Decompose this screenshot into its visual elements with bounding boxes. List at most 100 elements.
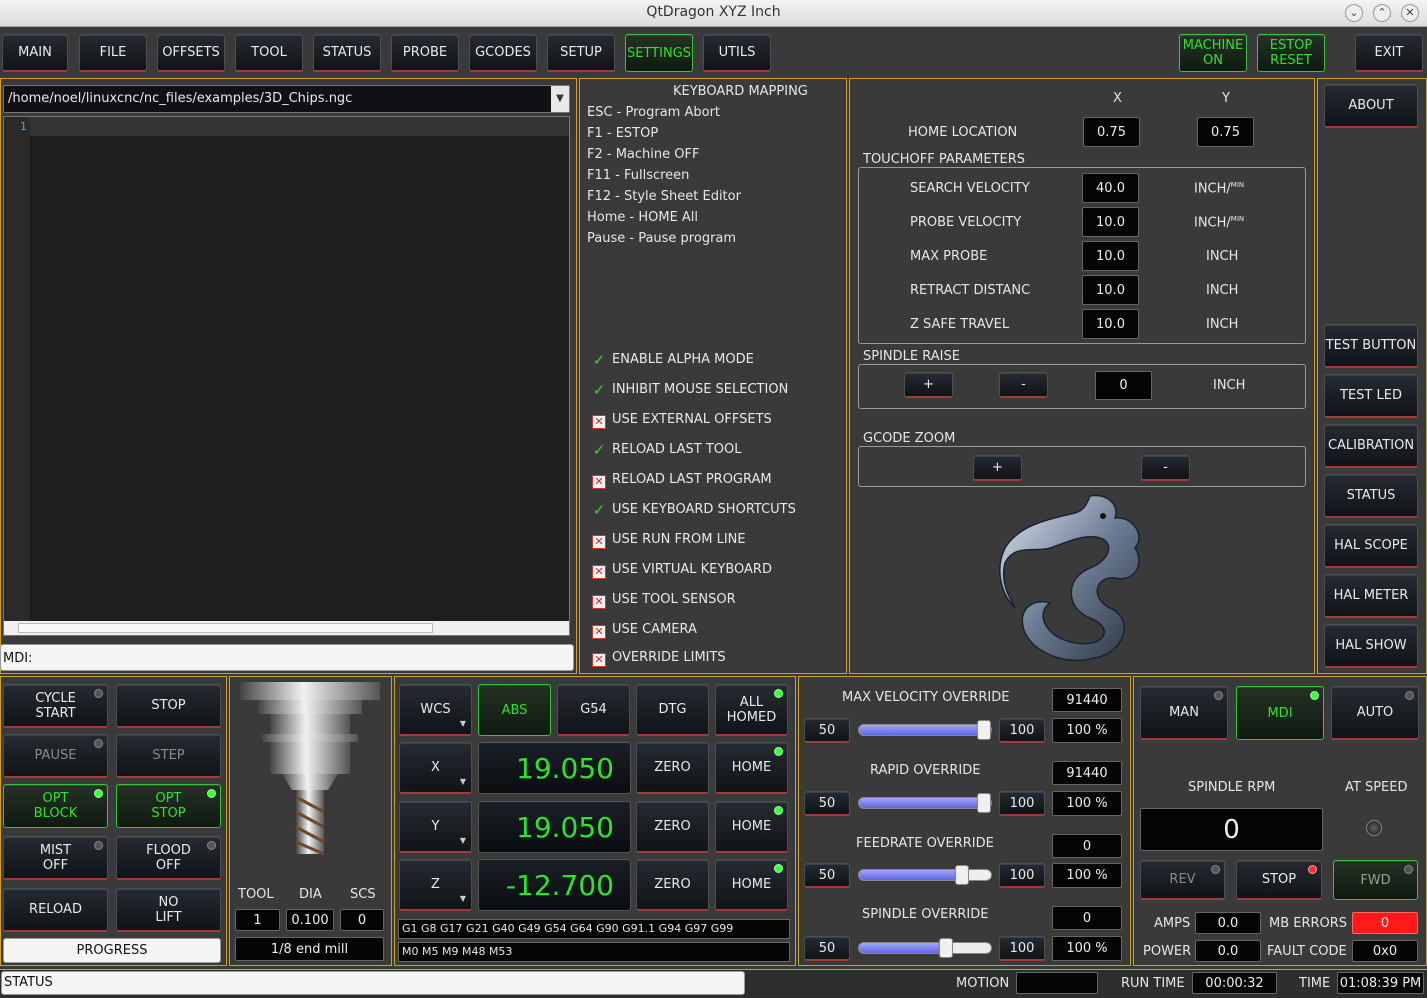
dtg-button[interactable]: DTG [636, 684, 709, 736]
retract-distance-input[interactable]: 10.0 [1082, 275, 1139, 305]
file-path-combo[interactable]: /home/noel/linuxcnc/nc_files/examples/3D… [3, 85, 570, 113]
g54-button[interactable]: G54 [557, 684, 630, 736]
close-button[interactable]: ✕ [1401, 4, 1419, 22]
pause-button[interactable]: PAUSE [3, 734, 108, 778]
zero-y-button[interactable]: ZERO [636, 801, 709, 853]
feedrate-min-button[interactable]: 50 [804, 863, 850, 888]
wcs-button[interactable]: WCS ▼ [399, 684, 472, 736]
gcode-zoom-minus-button[interactable]: - [1141, 455, 1190, 481]
abs-button[interactable]: ABS [478, 684, 551, 736]
status-led [1405, 691, 1414, 700]
option-use-run-from-line[interactable]: ✕ USE RUN FROM LINE [592, 532, 746, 549]
tab-tool[interactable]: TOOL [235, 34, 303, 72]
flood-button[interactable]: FLOOD OFF [116, 836, 221, 880]
tab-offsets[interactable]: OFFSETS [157, 34, 225, 72]
rapid-max-button[interactable]: 100 [999, 791, 1045, 816]
home-z-button[interactable]: HOME [715, 859, 788, 911]
option-use-keyboard-shortcuts[interactable]: ✓ USE KEYBOARD SHORTCUTS [592, 502, 796, 518]
calibration-button[interactable]: CALIBRATION [1324, 424, 1418, 468]
dropdown-arrow-icon: ▼ [459, 836, 466, 845]
tab-utils[interactable]: UTILS [703, 34, 771, 72]
machine-on-button[interactable]: MACHINE ON [1179, 34, 1247, 72]
spindle-override-slider[interactable] [858, 938, 992, 958]
option-use-external-offsets[interactable]: ✕ USE EXTERNAL OFFSETS [592, 412, 772, 429]
minimize-button[interactable]: ⌄ [1345, 4, 1363, 22]
spindle-override-max-button[interactable]: 100 [999, 936, 1045, 961]
opt-block-button[interactable]: OPT BLOCK [3, 784, 108, 828]
status-button[interactable]: STATUS [1324, 474, 1418, 518]
option-inhibit-mouse-selection[interactable]: ✓ INHIBIT MOUSE SELECTION [592, 381, 789, 399]
mode-man-button[interactable]: MAN [1140, 686, 1228, 740]
mist-button[interactable]: MIST OFF [3, 836, 108, 880]
tab-status[interactable]: STATUS [313, 34, 381, 72]
about-button[interactable]: ABOUT [1324, 84, 1418, 128]
cycle-start-button[interactable]: CYCLE START [3, 684, 108, 728]
checkmark-icon: ✓ [592, 381, 606, 399]
z-safe-travel-input[interactable]: 10.0 [1082, 309, 1139, 339]
chevron-down-icon[interactable]: ▼ [551, 86, 569, 112]
gcode-editor[interactable]: 1 [3, 116, 570, 636]
home-y-button[interactable]: HOME [715, 801, 788, 853]
option-reload-last-tool[interactable]: ✓ RELOAD LAST TOOL [592, 442, 742, 458]
at-speed-led [1366, 820, 1382, 836]
maximize-button[interactable]: ⌃ [1373, 4, 1391, 22]
option-use-tool-sensor[interactable]: ✕ USE TOOL SENSOR [592, 592, 736, 609]
test-led-button[interactable]: TEST LED [1324, 374, 1418, 418]
zero-x-button[interactable]: ZERO [636, 742, 709, 794]
tab-probe[interactable]: PROBE [391, 34, 459, 72]
no-lift-button[interactable]: NO LIFT [116, 888, 221, 932]
spindle-stop-button[interactable]: STOP [1236, 860, 1322, 900]
tab-setup[interactable]: SETUP [547, 34, 615, 72]
mode-auto-button[interactable]: AUTO [1331, 686, 1419, 740]
max-velocity-max-button[interactable]: 100 [999, 718, 1045, 743]
spindle-raise-plus-button[interactable]: + [904, 372, 953, 398]
home-y-input[interactable]: 0.75 [1197, 117, 1254, 147]
option-override-limits[interactable]: ✕ OVERRIDE LIMITS [592, 650, 726, 667]
mode-mdi-button[interactable]: MDI [1236, 686, 1324, 740]
axis-y-button[interactable]: Y ▼ [399, 801, 472, 853]
hal-show-button[interactable]: HAL SHOW [1324, 624, 1418, 668]
gcode-zoom-plus-button[interactable]: + [973, 455, 1022, 481]
rapid-slider[interactable] [858, 793, 992, 813]
horizontal-scrollbar[interactable] [4, 621, 569, 635]
option-use-camera[interactable]: ✕ USE CAMERA [592, 622, 697, 639]
status-led [207, 841, 216, 850]
reload-button[interactable]: RELOAD [3, 888, 108, 932]
mdi-input[interactable]: MDI: [0, 644, 574, 671]
step-button[interactable]: STEP [116, 734, 221, 778]
estop-reset-button[interactable]: ESTOP RESET [1257, 34, 1325, 72]
spindle-override-min-button[interactable]: 50 [804, 936, 850, 961]
option-use-virtual-keyboard[interactable]: ✕ USE VIRTUAL KEYBOARD [592, 562, 772, 579]
spindle-rev-button[interactable]: REV [1140, 860, 1225, 900]
opt-stop-button[interactable]: OPT STOP [116, 784, 221, 828]
exit-button[interactable]: EXIT [1355, 34, 1423, 72]
spindle-raise-minus-button[interactable]: - [999, 372, 1048, 398]
feedrate-max-button[interactable]: 100 [999, 863, 1045, 888]
tab-main[interactable]: MAIN [2, 34, 68, 72]
axis-z-button[interactable]: Z ▼ [399, 859, 472, 911]
option-enable-alpha-mode[interactable]: ✓ ENABLE ALPHA MODE [592, 352, 754, 368]
line-number-gutter: 1 [4, 117, 30, 621]
all-homed-button[interactable]: ALL HOMED [715, 684, 788, 736]
hal-meter-button[interactable]: HAL METER [1324, 574, 1418, 618]
stop-button[interactable]: STOP [116, 684, 221, 728]
option-reload-last-program[interactable]: ✕ RELOAD LAST PROGRAM [592, 472, 772, 489]
zero-z-button[interactable]: ZERO [636, 859, 709, 911]
search-velocity-input[interactable]: 40.0 [1082, 173, 1139, 203]
max-velocity-slider[interactable] [858, 720, 992, 740]
hal-scope-button[interactable]: HAL SCOPE [1324, 524, 1418, 568]
probe-velocity-input[interactable]: 10.0 [1082, 207, 1139, 237]
max-velocity-min-button[interactable]: 50 [804, 718, 850, 743]
test-button[interactable]: TEST BUTTON [1324, 324, 1418, 368]
tab-gcodes[interactable]: GCODES [469, 34, 537, 72]
spindle-fwd-button[interactable]: FWD [1333, 860, 1418, 900]
home-x-input[interactable]: 0.75 [1083, 117, 1140, 147]
tab-settings[interactable]: SETTINGS [625, 34, 693, 72]
max-probe-input[interactable]: 10.0 [1082, 241, 1139, 271]
rapid-min-button[interactable]: 50 [804, 791, 850, 816]
scrollbar-thumb[interactable] [18, 623, 433, 633]
axis-x-button[interactable]: X ▼ [399, 742, 472, 794]
feedrate-slider[interactable] [858, 865, 992, 885]
tab-file[interactable]: FILE [79, 34, 147, 72]
home-x-button[interactable]: HOME [715, 742, 788, 794]
